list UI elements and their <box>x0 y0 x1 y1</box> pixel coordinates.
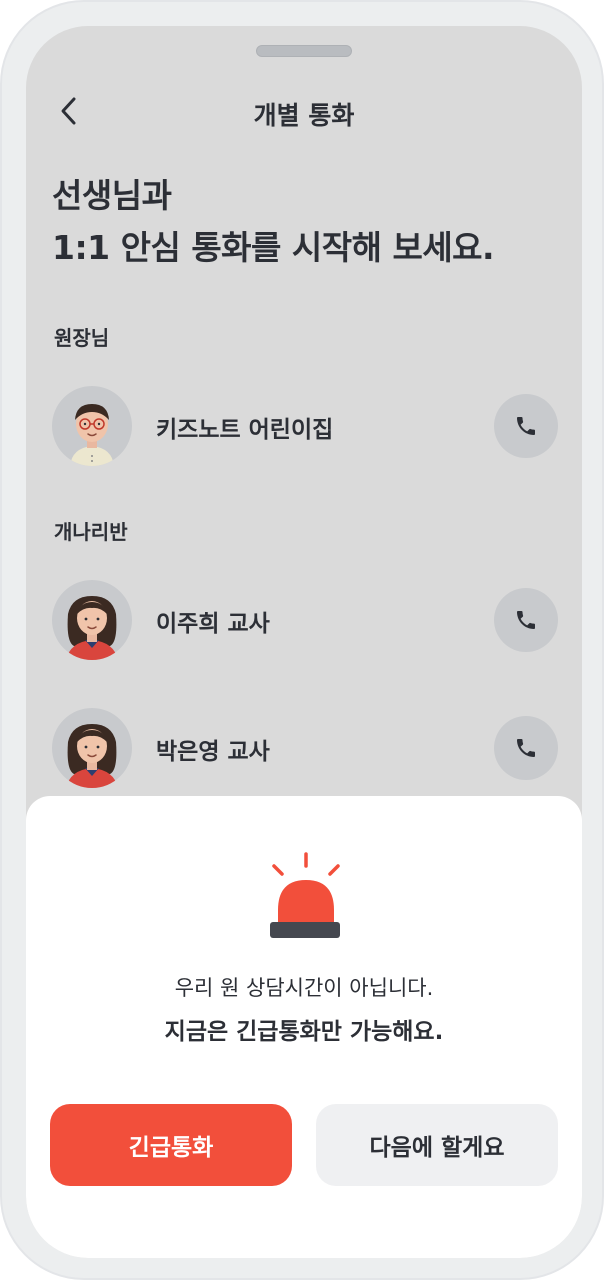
call-button[interactable] <box>494 588 558 652</box>
contact-name: 이주희 교사 <box>156 611 270 637</box>
group-label-director: 원장님 <box>54 326 110 350</box>
emergency-call-button[interactable]: 긴급통화 <box>50 1104 292 1186</box>
siren-icon <box>270 852 340 938</box>
director-avatar-icon <box>70 404 114 466</box>
phone-icon <box>517 417 535 435</box>
speaker-notch <box>256 45 352 57</box>
group-label-class: 개나리반 <box>54 520 128 544</box>
headline: 선생님과 1:1 안심 통화를 시작해 보세요. <box>52 170 495 274</box>
headline-line1: 선생님과 <box>52 176 172 215</box>
contact-row: 키즈노트 어린이집 <box>26 386 582 466</box>
contact-row: 박은영 교사 <box>26 708 582 788</box>
bottom-sheet: 우리 원 상담시간이 아닙니다. 지금은 긴급통화만 가능해요. 긴급통화 다음… <box>26 796 582 1258</box>
avatar <box>52 580 132 660</box>
call-button[interactable] <box>494 716 558 780</box>
call-button[interactable] <box>494 394 558 458</box>
contact-name: 박은영 교사 <box>156 739 270 765</box>
teacher-avatar-icon <box>66 596 118 660</box>
phone-icon <box>517 611 535 629</box>
notice-emphasis: 지금은 긴급통화만 가능해요. <box>164 1019 444 1045</box>
phone-screen: 개별 통화 선생님과 1:1 안심 통화를 시작해 보세요. 원장님 키즈노트 … <box>26 26 582 1258</box>
avatar <box>52 386 132 466</box>
page-title: 개별 통화 <box>253 101 355 130</box>
headline-line2: 1:1 안심 통화를 시작해 보세요. <box>52 228 495 267</box>
phone-frame: 개별 통화 선생님과 1:1 안심 통화를 시작해 보세요. 원장님 키즈노트 … <box>0 0 604 1280</box>
later-button[interactable]: 다음에 할게요 <box>316 1104 558 1186</box>
phone-icon <box>517 739 535 757</box>
contact-row: 이주희 교사 <box>26 580 582 660</box>
contact-name: 키즈노트 어린이집 <box>156 417 334 443</box>
teacher-avatar-icon <box>66 724 118 788</box>
notice-message: 우리 원 상담시간이 아닙니다. <box>174 976 434 1000</box>
app-header: 개별 통화 <box>26 86 582 136</box>
avatar <box>52 708 132 788</box>
